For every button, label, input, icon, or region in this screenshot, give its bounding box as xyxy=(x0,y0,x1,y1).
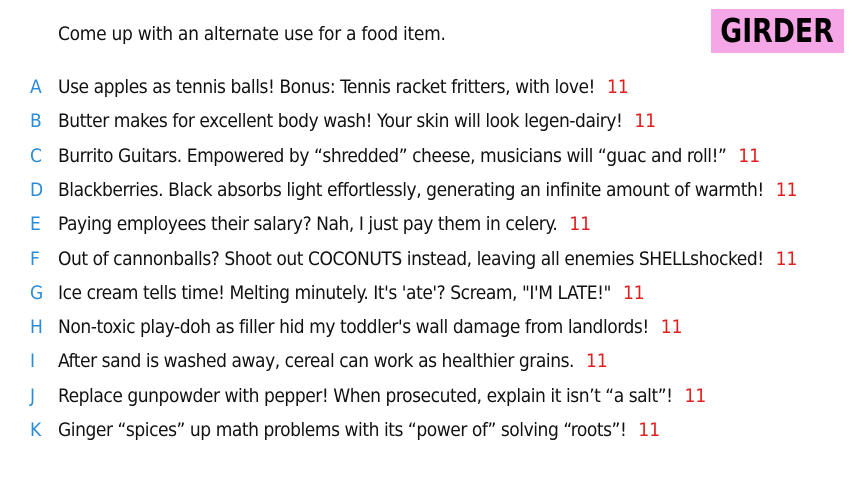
answer-text: After sand is washed away, cereal can wo… xyxy=(58,350,575,373)
answer-row-d: D Blackberries. Black absorbs light effo… xyxy=(0,173,853,207)
answer-text: Out of cannonballs? Shoot out COCONUTS i… xyxy=(58,247,764,270)
answer-text: Burrito Guitars. Empowered by “shredded”… xyxy=(58,144,727,167)
answer-score: 11 xyxy=(569,213,592,236)
answer-text: Replace gunpowder with pepper! When pros… xyxy=(58,384,673,407)
answer-score: 11 xyxy=(638,419,661,441)
answer-text: Paying employees their salary? Nah, I ju… xyxy=(58,213,558,236)
answer-text: Ice cream tells time! Melting minutely. … xyxy=(58,281,611,304)
answer-row-k: K Ginger “spices” up math problems with … xyxy=(0,413,853,447)
answer-letter: D xyxy=(30,178,44,201)
answer-text: Non-toxic play-doh as filler hid my todd… xyxy=(58,316,649,339)
player-name: GIRDER xyxy=(720,11,835,50)
answer-letter: E xyxy=(30,213,41,236)
answer-score: 11 xyxy=(586,350,608,373)
answer-row-b: B Butter makes for excellent body wash! … xyxy=(0,104,853,138)
answer-letter: K xyxy=(30,419,42,441)
answer-letter: G xyxy=(30,281,44,304)
answer-score: 11 xyxy=(660,316,683,339)
player-name-badge: GIRDER xyxy=(711,9,844,53)
answer-letter: H xyxy=(30,316,43,339)
answer-score: 11 xyxy=(738,144,761,167)
answer-letter: A xyxy=(30,76,42,98)
answer-score: 11 xyxy=(775,178,798,201)
answer-score: 11 xyxy=(684,384,707,407)
answer-score: 11 xyxy=(622,281,645,304)
answer-text: Blackberries. Black absorbs light effort… xyxy=(58,178,764,201)
answer-letter: F xyxy=(30,247,40,270)
answer-text: Butter makes for excellent body wash! Yo… xyxy=(58,110,623,133)
answer-score: 11 xyxy=(634,110,657,133)
answer-letter: C xyxy=(30,144,42,167)
answer-row-c: C Burrito Guitars. Empowered by “shredde… xyxy=(0,139,853,173)
answer-letter: B xyxy=(30,110,42,133)
answer-row-a: A Use apples as tennis balls! Bonus: Ten… xyxy=(0,70,853,104)
answer-row-h: H Non-toxic play-doh as filler hid my to… xyxy=(0,310,853,344)
answer-score: 11 xyxy=(775,247,798,270)
answer-row-i: I After sand is washed away, cereal can … xyxy=(0,344,853,378)
answer-row-g: G Ice cream tells time! Melting minutely… xyxy=(0,276,853,310)
answer-letter: J xyxy=(30,384,36,407)
answer-text: Use apples as tennis balls! Bonus: Tenni… xyxy=(58,76,595,98)
answer-score: 11 xyxy=(606,76,629,98)
answer-text: Ginger “spices” up math problems with it… xyxy=(58,419,627,441)
answer-letter: I xyxy=(30,350,36,373)
answer-row-j: J Replace gunpowder with pepper! When pr… xyxy=(0,379,853,413)
answer-row-f: F Out of cannonballs? Shoot out COCONUTS… xyxy=(0,242,853,276)
answer-row-e: E Paying employees their salary? Nah, I … xyxy=(0,207,853,241)
prompt-text: Come up with an alternate use for a food… xyxy=(58,23,446,45)
